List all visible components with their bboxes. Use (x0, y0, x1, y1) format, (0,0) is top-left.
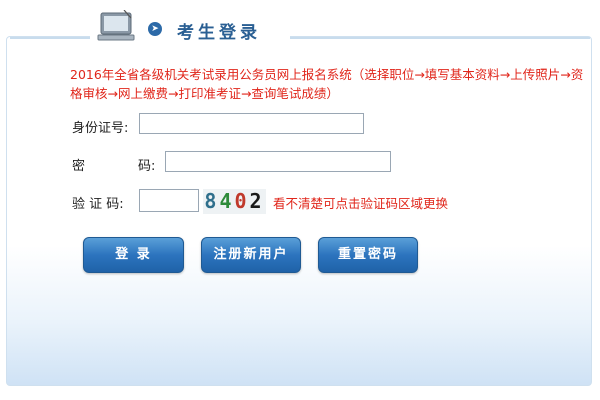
captcha-label: 验 证 码: (72, 197, 124, 212)
password-label-part1: 密 (72, 159, 86, 174)
password-label-part2: 码: (138, 159, 156, 174)
id-number-label: 身份证号: (72, 121, 129, 136)
captcha-digit: 2 (249, 189, 265, 213)
register-button[interactable]: 注册新用户 (201, 237, 301, 273)
reset-password-button[interactable]: 重置密码 (318, 237, 418, 273)
registration-notice: 2016年全省各级机关考试录用公务员网上报名系统（选择职位→填写基本资料→上传照… (70, 67, 584, 101)
password-input[interactable] (165, 151, 391, 172)
captcha-hint: 看不清楚可点击验证码区域更换 (273, 196, 449, 211)
login-button[interactable]: 登 录 (83, 237, 184, 273)
id-number-input[interactable] (139, 113, 364, 134)
captcha-image[interactable]: 8402 (203, 189, 266, 214)
captcha-input[interactable] (139, 189, 199, 212)
captcha-digit: 0 (234, 189, 250, 213)
captcha-digit: 4 (219, 189, 235, 213)
page-title: 考生登录 (177, 23, 261, 43)
computer-icon (97, 10, 135, 41)
captcha-digit: 8 (204, 189, 220, 213)
arrow-right-icon: ➤ (148, 22, 162, 36)
